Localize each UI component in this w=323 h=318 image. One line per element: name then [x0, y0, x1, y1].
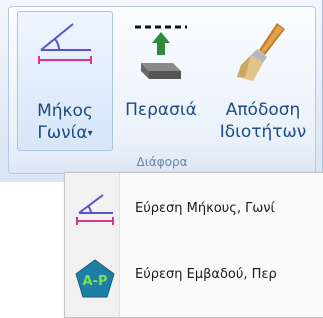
ribbon-group: Μήκος Γωνία▾ Περασιά Απόδοση Ιδιοτήτων Δ… [8, 6, 316, 174]
menu-item-find-area-perimeter[interactable]: A-P Εύρεση Εμβαδού, Περ [65, 249, 323, 305]
length-angle-label-line2: Γωνία [37, 123, 88, 143]
dropdown-menu: Εύρεση Μήκους, Γωνί A-P Εύρεση Εμβαδού, … [64, 172, 323, 318]
length-angle-button[interactable]: Μήκος Γωνία▾ [17, 11, 113, 151]
group-title: Διάφορα [136, 155, 188, 169]
svg-text:A-P: A-P [83, 274, 108, 289]
menu-item-label: Εύρεση Μήκους, Γωνί [135, 201, 275, 216]
dropdown-arrow-icon[interactable]: ▾ [88, 128, 93, 139]
offset-label: Περασιά [125, 100, 197, 120]
length-angle-icon [33, 20, 97, 74]
match-properties-label-line2: Ιδιοτήτων [219, 122, 307, 142]
menu-item-label: Εύρεση Εμβαδού, Περ [135, 267, 277, 282]
area-perimeter-icon: A-P [73, 257, 117, 305]
paintbrush-icon [231, 19, 295, 93]
ribbon-panel: Μήκος Γωνία▾ Περασιά Απόδοση Ιδιοτήτων Δ… [0, 0, 323, 182]
length-angle-icon [73, 191, 117, 233]
match-properties-button[interactable]: Απόδοση Ιδιοτήτων [209, 11, 317, 149]
offset-icon [129, 19, 193, 87]
length-angle-label-line1: Μήκος [37, 101, 93, 121]
match-properties-label-line1: Απόδοση [225, 100, 301, 120]
menu-item-find-length-angle[interactable]: Εύρεση Μήκους, Γωνί [65, 183, 323, 239]
offset-button[interactable]: Περασιά [117, 11, 205, 149]
